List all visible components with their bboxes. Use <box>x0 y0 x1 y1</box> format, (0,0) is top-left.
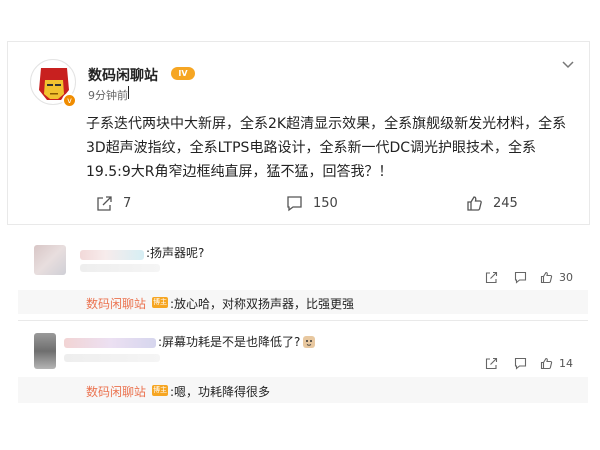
reply-author-name[interactable]: 数码闲聊站 <box>86 383 146 400</box>
comment-icon <box>287 195 302 211</box>
post-time[interactable]: 9分钟前 <box>88 87 128 103</box>
like-count: 245 <box>493 195 518 211</box>
comment-like-count: 30 <box>559 271 573 284</box>
comment-like-button[interactable]: 14 <box>540 357 573 370</box>
comment-button[interactable]: 150 <box>286 194 338 212</box>
thumbs-up-icon <box>467 195 482 211</box>
sticker-emoji-icon <box>303 336 315 348</box>
share-icon <box>485 271 498 284</box>
blurred-avatar <box>34 245 66 275</box>
reply-author-name[interactable]: 数码闲聊站 <box>86 295 146 312</box>
more-options-button[interactable] <box>561 56 575 70</box>
comment-reply-button[interactable] <box>514 357 527 370</box>
blurred-username <box>64 338 156 348</box>
comment-icon <box>514 357 527 370</box>
blurred-username <box>80 250 144 260</box>
author-badge: 博主 <box>152 297 168 308</box>
blurred-meta <box>80 264 160 272</box>
share-icon <box>485 357 498 370</box>
comment-text: :扬声器呢? <box>146 246 205 260</box>
comment-like-count: 14 <box>559 357 573 370</box>
text-cursor <box>128 86 129 99</box>
thumbs-up-icon <box>540 271 553 284</box>
thumbs-up-icon <box>540 357 553 370</box>
blurred-avatar <box>34 333 56 369</box>
reply-box: 数码闲聊站 博主 :放心哈，对称双扬声器，比强更强 <box>18 290 588 314</box>
chevron-down-icon <box>562 61 574 69</box>
post-author-name[interactable]: 数码闲聊站 <box>88 65 158 85</box>
reply-text: :嗯，功耗降得很多 <box>170 385 271 399</box>
reply-text: :放心哈，对称双扬声器，比强更强 <box>170 297 355 311</box>
weibo-post-card: v 数码闲聊站 IV 9分钟前 子系迭代两块中大新屏，全系2K超清显示效果，全系… <box>7 41 590 225</box>
comment-count: 150 <box>313 195 338 211</box>
comment-repost-button[interactable] <box>485 357 498 370</box>
comment-like-button[interactable]: 30 <box>540 271 573 284</box>
author-badge: 博主 <box>152 385 168 396</box>
comment-repost-button[interactable] <box>485 271 498 284</box>
comment-divider <box>18 320 588 321</box>
comment-icon <box>514 271 527 284</box>
level-badge: IV <box>171 67 195 80</box>
share-icon <box>97 195 112 211</box>
like-button[interactable]: 245 <box>466 194 518 212</box>
repost-button[interactable]: 7 <box>96 194 131 212</box>
post-body-text: 子系迭代两块中大新屏，全系2K超清显示效果，全系旗舰级新发光材料，全系3D超声波… <box>86 116 567 180</box>
reply-box: 数码闲聊站 博主 :嗯，功耗降得很多 <box>18 377 588 403</box>
blurred-meta <box>64 354 160 362</box>
verified-badge-icon: v <box>62 93 77 108</box>
repost-count: 7 <box>123 195 132 211</box>
comment-reply-button[interactable] <box>514 271 527 284</box>
comment-text: :屏幕功耗是不是也降低了? <box>158 335 301 349</box>
